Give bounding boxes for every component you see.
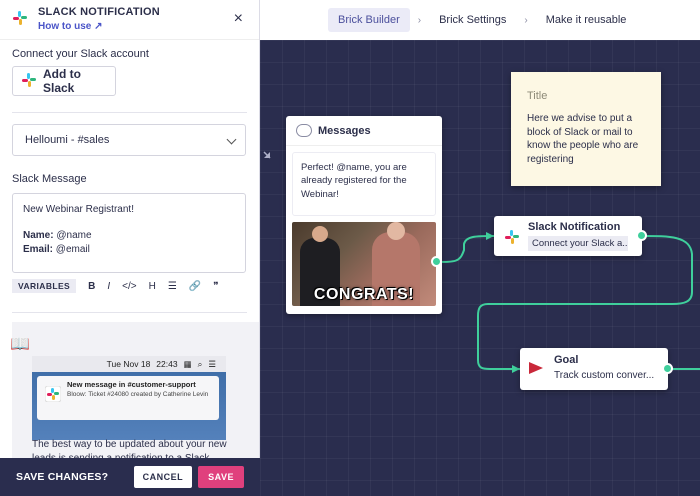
- email-variable: @email: [55, 244, 90, 255]
- note-title[interactable]: Title: [527, 90, 645, 102]
- slack-message-editor[interactable]: New Webinar Registrant! Name: @name Emai…: [12, 193, 246, 273]
- flow-canvas[interactable]: Messages Perfect! @name, you are already…: [260, 40, 700, 496]
- variables-button[interactable]: VARIABLES: [12, 279, 77, 293]
- menu-bar-time: 22:43: [156, 359, 178, 369]
- name-label: Name:: [23, 230, 54, 241]
- cancel-button[interactable]: CANCEL: [133, 466, 193, 488]
- slack-notification-toast: New message in #customer-support Bloow: …: [37, 376, 219, 420]
- italic-button[interactable]: I: [107, 281, 110, 292]
- messages-node-text: Perfect! @name, you are already register…: [292, 152, 436, 216]
- flag-icon: ▦: [183, 358, 192, 369]
- flag-icon: [529, 362, 543, 374]
- editor-toolbar: VARIABLES B I </> H ☰ 🔗 ❞: [12, 278, 246, 294]
- sticky-note[interactable]: Title Here we advise to put a block of S…: [511, 72, 661, 186]
- close-icon[interactable]: ×: [234, 10, 243, 28]
- external-link-icon: ↗: [94, 21, 103, 32]
- congrats-gif: CONGRATS!: [292, 222, 436, 306]
- speech-bubble-icon: [296, 124, 312, 137]
- note-body[interactable]: Here we advise to put a block of Slack o…: [527, 112, 645, 166]
- messages-node-title: Messages: [318, 124, 371, 137]
- channel-select-value: Helloumi - #sales: [25, 134, 110, 146]
- mac-menu-bar: Tue Nov 18 22:43 ▦ ⌕ ☰: [32, 356, 226, 372]
- chevron-down-icon: [226, 134, 237, 145]
- goal-node-title: Goal: [554, 354, 579, 366]
- connect-label: Connect your Slack account: [12, 48, 149, 60]
- slack-message-label: Slack Message: [12, 173, 87, 185]
- step-make-reusable[interactable]: Make it reusable: [536, 8, 637, 32]
- slack-logo-icon: [21, 72, 37, 91]
- save-changes-bar: SAVE CHANGES? CANCEL SAVE: [0, 458, 260, 496]
- name-variable: @name: [56, 230, 92, 241]
- quote-icon[interactable]: ❞: [213, 281, 218, 292]
- goal-node[interactable]: Goal Track custom conver...: [520, 348, 668, 390]
- message-name-line: Name: @name: [23, 229, 235, 243]
- messages-node-header: Messages: [286, 116, 442, 146]
- slack-settings-panel: SLACK NOTIFICATION How to use ↗ × Connec…: [0, 0, 260, 458]
- panel-header: SLACK NOTIFICATION How to use ↗ ×: [0, 0, 259, 40]
- how-to-use-link[interactable]: How to use ↗: [38, 21, 103, 32]
- add-to-slack-button[interactable]: Add to Slack: [12, 66, 116, 96]
- link-icon[interactable]: 🔗: [189, 281, 201, 292]
- builder-steps-nav: Brick Builder › Brick Settings › Make it…: [260, 0, 700, 40]
- messages-output-port[interactable]: [431, 256, 442, 267]
- divider: [12, 312, 247, 313]
- message-email-line: Email: @email: [23, 243, 235, 257]
- save-changes-question: SAVE CHANGES?: [16, 471, 109, 483]
- slack-logo-icon: [504, 229, 520, 248]
- goal-output-port[interactable]: [662, 363, 673, 374]
- email-label: Email:: [23, 244, 54, 255]
- help-text: The best way to be updated about your ne…: [32, 439, 227, 458]
- slack-logo-icon: [12, 10, 28, 29]
- messages-node[interactable]: Messages Perfect! @name, you are already…: [286, 116, 442, 314]
- book-icon: 📖: [10, 336, 30, 353]
- toast-subtitle: Bloow: Ticket #24080 created by Catherin…: [67, 391, 209, 398]
- message-line-1: New Webinar Registrant!: [23, 204, 134, 215]
- slack-node-subtitle: Connect your Slack a...: [528, 236, 628, 251]
- slack-output-port[interactable]: [636, 230, 647, 241]
- panel-title: SLACK NOTIFICATION: [38, 6, 160, 18]
- toast-title: New message in #customer-support: [67, 380, 196, 389]
- slack-logo-icon: [44, 385, 62, 405]
- heading-button[interactable]: H: [149, 281, 156, 292]
- how-to-use-label: How to use: [38, 21, 92, 32]
- step-brick-settings[interactable]: Brick Settings: [429, 8, 516, 32]
- menu-icon: ☰: [208, 358, 216, 369]
- slack-notification-node[interactable]: Slack Notification Connect your Slack a.…: [494, 216, 642, 256]
- add-to-slack-label: Add to Slack: [43, 67, 81, 95]
- goal-node-subtitle: Track custom conver...: [554, 370, 655, 381]
- menu-bar-date: Tue Nov 18: [106, 359, 151, 369]
- chevron-right-icon: ›: [524, 14, 528, 26]
- divider: [12, 112, 247, 113]
- chevron-right-icon: ›: [417, 14, 422, 26]
- gif-caption: CONGRATS!: [313, 286, 415, 303]
- list-icon[interactable]: ☰: [168, 281, 177, 292]
- slack-node-title: Slack Notification: [528, 221, 621, 233]
- save-button[interactable]: SAVE: [198, 466, 244, 488]
- slack-notification-screenshot: Tue Nov 18 22:43 ▦ ⌕ ☰ New message in #c…: [32, 356, 226, 440]
- code-button[interactable]: </>: [122, 281, 136, 292]
- search-icon: ⌕: [197, 358, 203, 369]
- channel-select[interactable]: Helloumi - #sales: [12, 124, 246, 156]
- step-brick-builder[interactable]: Brick Builder: [328, 8, 410, 32]
- bold-button[interactable]: B: [88, 281, 95, 292]
